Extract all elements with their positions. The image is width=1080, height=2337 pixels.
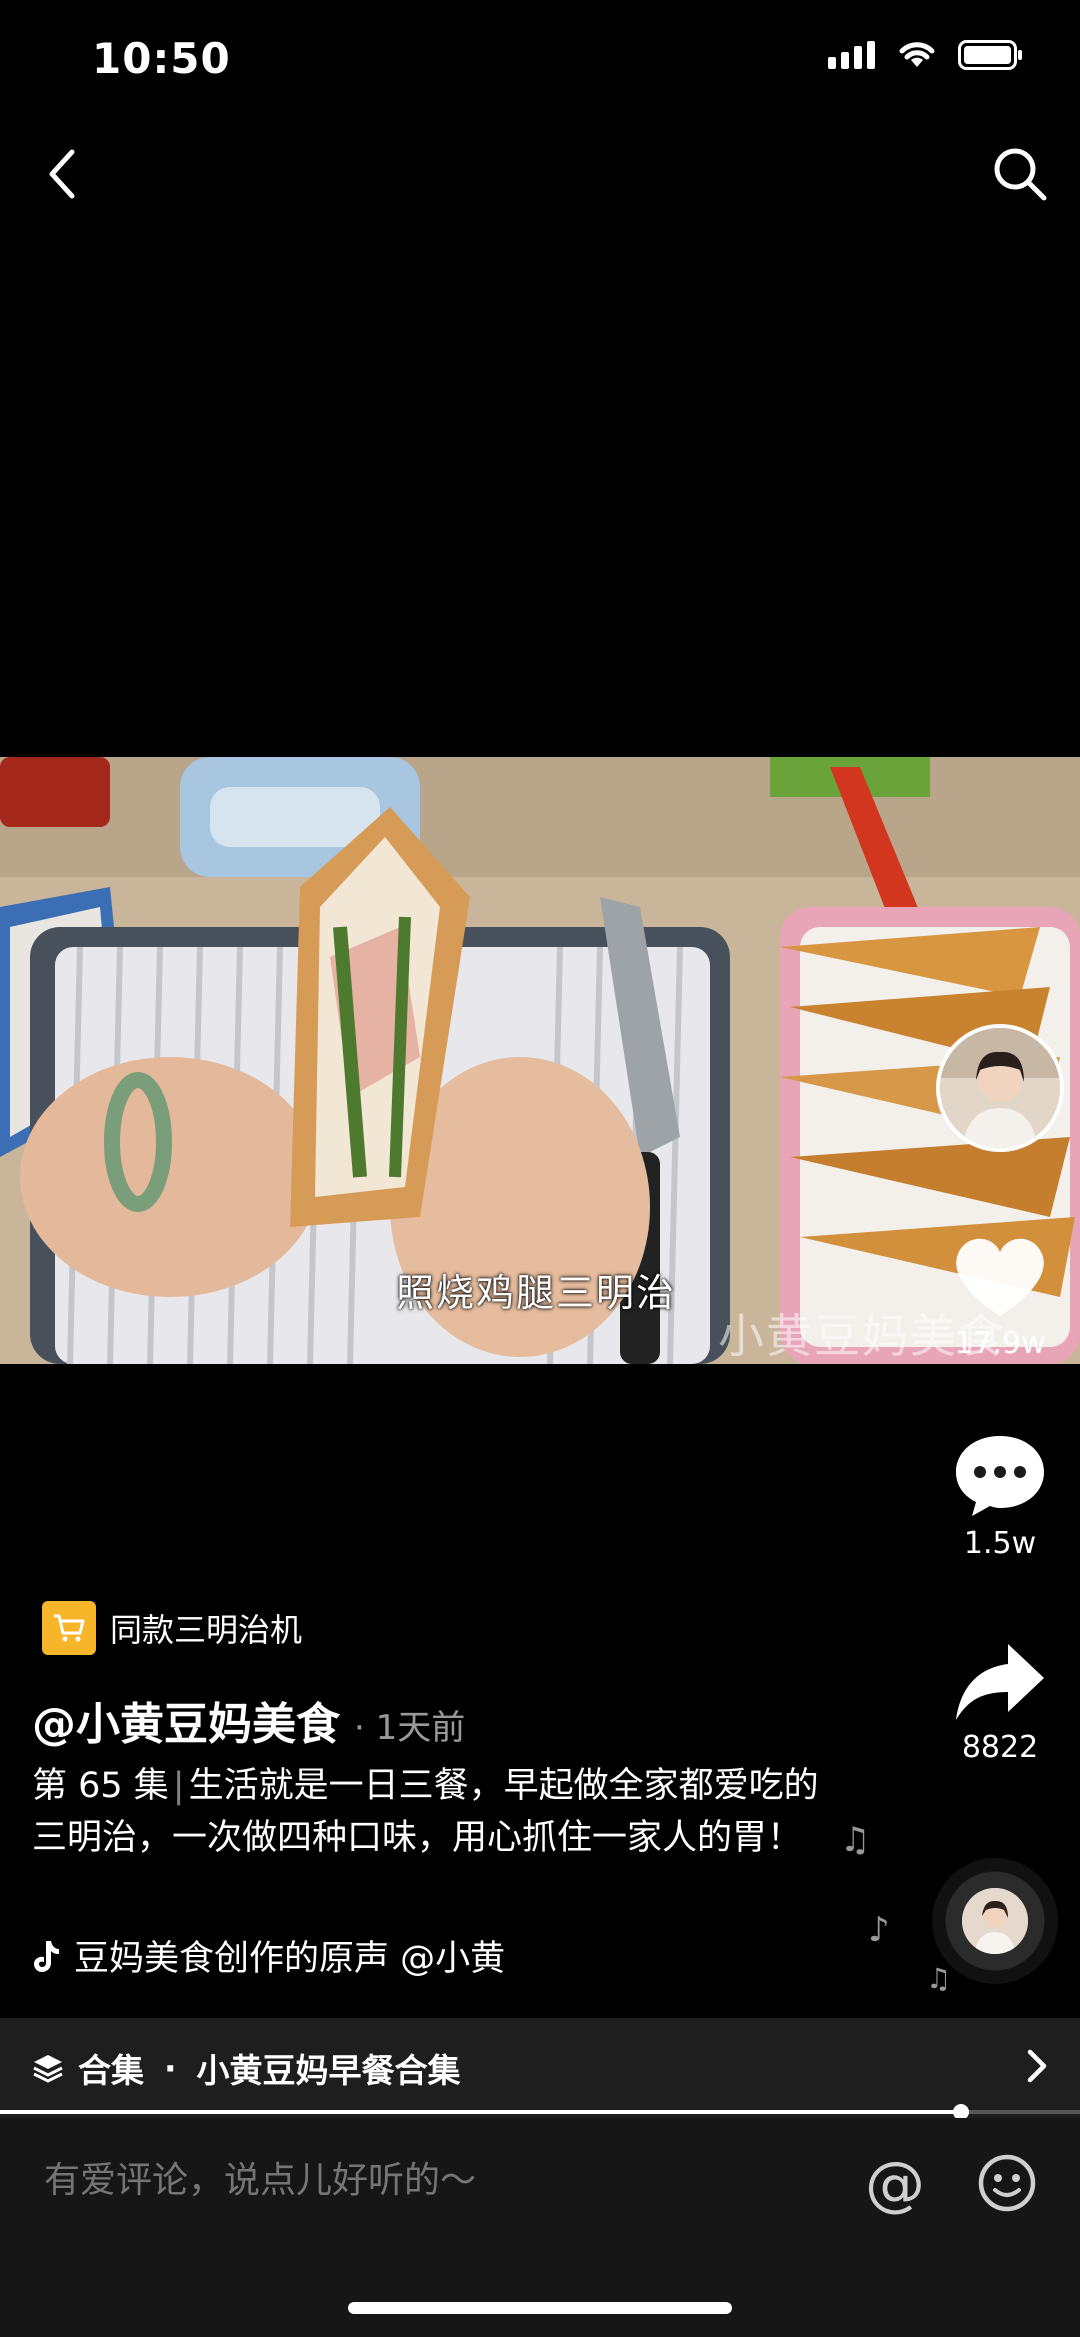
comment-count: 1.5w xyxy=(963,1526,1037,1561)
collection-title: 小黄豆妈早餐合集 xyxy=(196,2051,461,2090)
music-note-icon: ♫ xyxy=(926,1962,952,1995)
creator-avatar[interactable] xyxy=(936,1024,1064,1152)
search-button[interactable] xyxy=(980,134,1060,214)
collection-bar[interactable]: 合集 · 小黄豆妈早餐合集 xyxy=(0,2018,1080,2118)
back-button[interactable] xyxy=(22,134,102,214)
like-count: 17.9w xyxy=(954,1326,1046,1361)
layers-icon xyxy=(33,2055,63,2083)
caption-separator: | xyxy=(172,1766,185,1806)
shop-label: 同款三明治机 xyxy=(110,1611,303,1649)
music-line[interactable]: 豆妈美食创作的原声 @小黄 xyxy=(32,1930,572,1981)
signal-icon xyxy=(828,41,875,69)
status-icons xyxy=(828,40,1024,70)
svg-text:@: @ xyxy=(865,2152,925,2218)
emoji-button[interactable] xyxy=(976,2152,1038,2218)
share-count: 8822 xyxy=(961,1730,1039,1765)
battery-icon xyxy=(958,40,1022,70)
search-icon xyxy=(994,148,1047,201)
collection-prefix: 合集 xyxy=(78,2051,144,2090)
music-disc[interactable] xyxy=(932,1858,1058,1984)
video-caption[interactable]: 第 65 集 | 生活就是一日三餐，早起做全家都爱吃的三明治，一次做四种口味，用心抓… xyxy=(32,1760,852,1864)
tiktok-note-icon xyxy=(34,1940,59,1972)
like-button[interactable]: 17.9w xyxy=(930,1230,1070,1361)
music-title: 豆妈美食创作的原声 @小黄 xyxy=(74,1939,506,1979)
at-icon: @ xyxy=(865,2149,925,2219)
share-icon xyxy=(956,1644,1044,1720)
post-time: · 1天前 xyxy=(354,1708,466,1748)
progress-fill xyxy=(0,2110,962,2114)
home-indicator[interactable] xyxy=(348,2302,732,2314)
comment-button[interactable]: 1.5w xyxy=(930,1430,1070,1561)
episode-label: 第 65 集 xyxy=(32,1766,169,1806)
comment-input[interactable] xyxy=(44,2160,804,2201)
heart-icon xyxy=(956,1238,1044,1316)
music-note-icon: ♪ xyxy=(868,1910,890,1950)
music-disc-avatar xyxy=(962,1888,1028,1954)
author-name[interactable]: @小黄豆妈美食 xyxy=(32,1688,340,1752)
author-line: @小黄豆妈美食 · 1天前 xyxy=(32,1688,465,1752)
shopping-cart-icon xyxy=(42,1601,96,1655)
back-icon xyxy=(49,149,75,199)
emoji-icon xyxy=(978,2154,1036,2212)
avatar-image xyxy=(940,1028,1060,1148)
collection-dot: · xyxy=(164,2048,177,2088)
video-subtitle: 照烧鸡腿三明治 xyxy=(396,1271,677,1315)
status-time: 10:50 xyxy=(92,34,231,83)
chevron-right-icon xyxy=(1027,2049,1047,2083)
video-progress-bar[interactable] xyxy=(0,2104,1080,2120)
wifi-icon xyxy=(899,42,935,67)
mention-button[interactable]: @ xyxy=(862,2149,928,2222)
music-note-icon: ♫ xyxy=(840,1820,871,1860)
shop-tag[interactable]: 同款三明治机 xyxy=(42,1601,302,1655)
comment-icon xyxy=(956,1436,1044,1516)
share-button[interactable]: 8822 xyxy=(930,1640,1070,1765)
